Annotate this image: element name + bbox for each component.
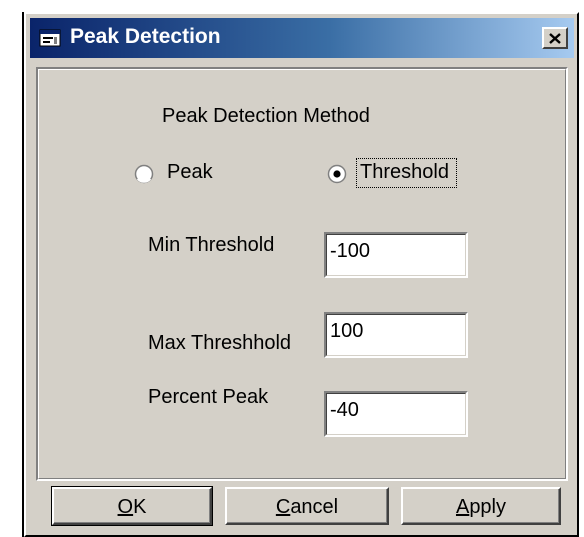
ok-button-label: OK — [117, 496, 147, 518]
min-threshold-label: Min Threshold — [148, 234, 275, 256]
app-window-icon — [39, 29, 61, 47]
percent-peak-input[interactable]: -40 — [324, 391, 468, 437]
page: Peak Detection Peak Detection Method Pea… — [0, 0, 584, 537]
threshold-radio-button[interactable] — [327, 164, 347, 184]
apply-button-label: Apply — [455, 496, 507, 518]
peak-radio-label[interactable]: Peak — [167, 161, 213, 184]
method-heading: Peak Detection Method — [162, 105, 370, 127]
max-threshold-label: Max Threshhold — [148, 332, 292, 354]
percent-peak-label: Percent Peak — [148, 386, 269, 408]
threshold-radio-label[interactable]: Threshold — [360, 161, 449, 184]
max-threshold-value: 100 — [330, 320, 364, 342]
max-threshold-input[interactable]: 100 — [324, 312, 468, 358]
close-button[interactable] — [542, 27, 568, 49]
cancel-button-label: Cancel — [275, 496, 339, 518]
title-bar[interactable]: Peak Detection — [30, 18, 574, 58]
peak-radio-button[interactable] — [134, 164, 154, 184]
settings-panel: Peak Detection Method Peak Threshold Min… — [36, 67, 568, 481]
ok-button[interactable]: OK — [51, 486, 213, 526]
percent-peak-value: -40 — [330, 399, 359, 421]
apply-button[interactable]: Apply — [401, 487, 561, 525]
peak-detection-dialog: Peak Detection Peak Detection Method Pea… — [24, 12, 579, 537]
cancel-button[interactable]: Cancel — [225, 487, 389, 525]
min-threshold-value: -100 — [330, 240, 371, 262]
min-threshold-input[interactable]: -100 — [324, 232, 468, 278]
close-x-icon — [549, 33, 561, 44]
settings-panel-inner — [38, 69, 566, 479]
window-title: Peak Detection — [70, 25, 221, 48]
